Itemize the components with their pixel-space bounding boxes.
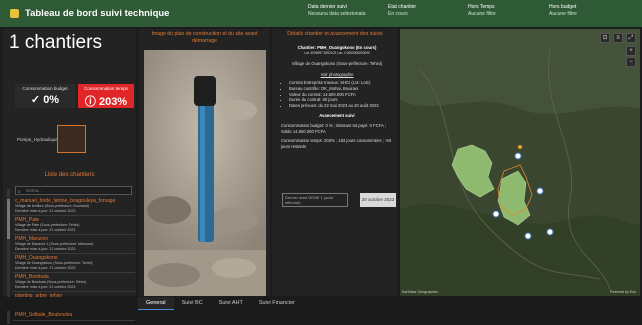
selected-marker-icon[interactable] [518, 145, 522, 149]
map-canvas[interactable] [400, 29, 640, 296]
budget-kpi: Consommation budget ✓ 0% [15, 84, 75, 108]
last-followup-button[interactable]: Dernier suivi DENE 1 (suivi effectué) [282, 193, 348, 207]
bottom-bar [0, 297, 642, 311]
site-marker-icon[interactable] [514, 152, 522, 160]
photo-panel: Image du plan de construction et du site… [139, 29, 270, 296]
time-kpi: Consommation temps ⓘ 203% [78, 84, 134, 108]
list-item[interactable]: PMH_Pate Village de Pate (Sous-préfectur… [13, 216, 135, 235]
contract-details: Contrat Entreprise travaux: SHCI (Lot: L… [281, 80, 393, 108]
tab-suivi-bc[interactable]: Suivi BC [174, 297, 211, 310]
list-item[interactable]: c_manuel_forde_latrine_bougouleya_forsag… [13, 197, 135, 216]
info-out-of-budget[interactable]: Hors budget Aucune filtre [549, 4, 577, 18]
info-last-followup: Data dernier suivi Nessuna data selezion… [308, 4, 366, 17]
tab-bar: General Suivi BC Suivi AHT Suivi Financi… [138, 297, 303, 311]
budget-progress: Consommation budget: 0 % ; Montant tot p… [281, 122, 386, 134]
info-site-state[interactable]: Etat chantier En cours [388, 4, 416, 18]
map-view[interactable]: ⊡ ≡ ⤢ + − Earthstar Geographics Powered … [400, 29, 640, 296]
list-item[interactable]: PMH_Solbale_Bouboulou [13, 311, 135, 321]
pin-thumbnail [57, 125, 86, 153]
dashboard: Tableau de bord suivi technique Data der… [0, 0, 642, 324]
details-title: Détails chantier et avancement des suivi… [287, 31, 383, 37]
check-icon: ✓ [30, 94, 44, 106]
site-marker-icon[interactable] [536, 187, 544, 195]
layers-icon[interactable]: ≡ [613, 33, 623, 43]
site-photo[interactable] [144, 50, 266, 267]
time-progress: Consommation temps: 203% ; 183 jours con… [281, 138, 392, 149]
site-name: Chantier: PMH_Ouangokono (En cours) [297, 45, 377, 50]
list-item[interactable]: PMH_Bombala Village de Bombala (Sous-pré… [13, 273, 135, 292]
tab-suivi-aht[interactable]: Suivi AHT [211, 297, 251, 310]
site-marker-icon[interactable] [492, 210, 500, 218]
list-item[interactable]: PMH_Manzoni Village de Manzoni 1 (Sous-p… [13, 235, 135, 254]
fullscreen-icon[interactable]: ⤢ [626, 33, 636, 43]
search-input[interactable]: ⌕ Cerca... [15, 186, 132, 195]
progress-title: Avancement suivi [319, 113, 355, 119]
site-marker-icon[interactable] [524, 232, 532, 240]
page-title: Tableau de bord suivi technique [25, 8, 170, 19]
info-out-of-time[interactable]: Hors Temps Aucune filtre [468, 4, 496, 18]
photo-panel-title: Image du plan de construction et du site… [151, 31, 258, 44]
alert-icon: ⓘ [84, 96, 99, 108]
site-marker-icon[interactable] [546, 228, 554, 236]
zoom-extent-icon[interactable]: ⊡ [600, 33, 610, 43]
site-count: 1 chantiers [9, 32, 102, 53]
map-powered-by[interactable]: Powered by Esri [610, 290, 636, 294]
tab-general[interactable]: General [138, 297, 174, 310]
zoom-out-icon[interactable]: − [626, 57, 636, 67]
tab-suivi-financier[interactable]: Suivi Financier [251, 297, 303, 310]
list-title: Liste des chantiers [44, 172, 95, 178]
search-icon: ⌕ [18, 189, 21, 195]
summary-panel: 1 chantiers Consommation budget ✓ 0% Con… [3, 29, 136, 324]
app-logo-icon [10, 9, 19, 18]
map-attribution: Earthstar Geographics [402, 290, 438, 294]
header-bar: Tableau de bord suivi technique Data der… [0, 0, 642, 27]
site-photo-secondary[interactable] [144, 250, 266, 296]
site-village: Village de Ouangokono (Sous-préfecture: … [291, 61, 383, 67]
site-coordinates: Lat: 4006997.5392102 Lon: 0.000000000000… [304, 50, 370, 55]
photo-link[interactable]: Voir photographie [281, 72, 393, 78]
zoom-in-icon[interactable]: + [626, 46, 636, 56]
details-panel: Détails chantier et avancement des suivi… [272, 29, 398, 296]
site-photo-image [144, 50, 266, 250]
list-item[interactable]: PMH_Ouangokono Village de Ouangokono (So… [13, 254, 135, 273]
followup-date-button[interactable]: 20 octobre 2023 [360, 193, 396, 207]
pin-label: Pompe_Hydraulique [17, 137, 58, 142]
